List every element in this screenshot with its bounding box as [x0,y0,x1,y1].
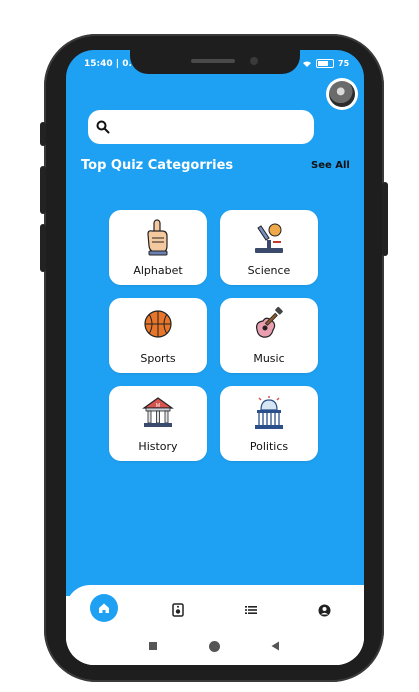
category-label: Sports [140,352,176,365]
avatar[interactable] [326,78,358,110]
phone-power-button [382,182,388,256]
category-label: History [138,440,178,453]
phone-volume-up [40,166,46,214]
capitol-icon [255,396,283,429]
basketball-icon [144,310,172,338]
nav-home-button[interactable] [90,594,118,622]
nav-speaker-button[interactable] [170,602,186,618]
home-circle-icon [208,640,220,652]
svg-text:M: M [156,403,160,409]
speaker-icon [172,603,184,617]
battery-icon [316,59,334,68]
search-input[interactable] [118,117,308,139]
section-title: Top Quiz Categorries [81,158,234,173]
category-label: Alphabet [133,264,183,277]
recent-apps-icon [149,642,157,650]
list-icon [245,606,257,614]
category-label: Science [247,264,291,277]
phone-volume-down [40,224,46,272]
front-camera [250,57,258,65]
app-screen: 15:40 | 0.0K 75 Top Quiz Categorries See… [66,50,364,665]
system-back-button[interactable] [269,640,281,652]
guitar-icon [256,306,283,338]
search-icon [96,120,110,134]
see-all-link[interactable]: See All [311,160,350,171]
recent-apps-button[interactable] [147,640,159,652]
avatar-photo [329,81,355,107]
microscope-icon [255,223,283,253]
search-bar[interactable] [88,110,314,144]
museum-icon: M [142,397,174,427]
nav-list-button[interactable] [243,602,259,618]
back-icon [271,641,279,651]
system-home-button[interactable] [208,640,220,652]
category-card-music[interactable]: Music [220,298,318,373]
category-label: Music [253,352,285,365]
alphabet-hand-icon [147,219,168,256]
home-icon [99,603,109,613]
profile-icon [318,604,330,616]
category-card-history[interactable]: M History [109,386,207,461]
battery-level: 75 [338,59,350,68]
category-label: Politics [249,440,289,453]
phone-side-button [40,122,46,146]
category-card-alphabet[interactable]: Alphabet [109,210,207,285]
category-card-sports[interactable]: Sports [109,298,207,373]
speaker-grille [191,59,235,63]
nav-profile-button[interactable] [316,602,332,618]
status-icons: 75 [302,59,349,68]
wifi-icon [303,60,311,67]
category-card-science[interactable]: Science [220,210,318,285]
category-card-politics[interactable]: Politics [220,386,318,461]
